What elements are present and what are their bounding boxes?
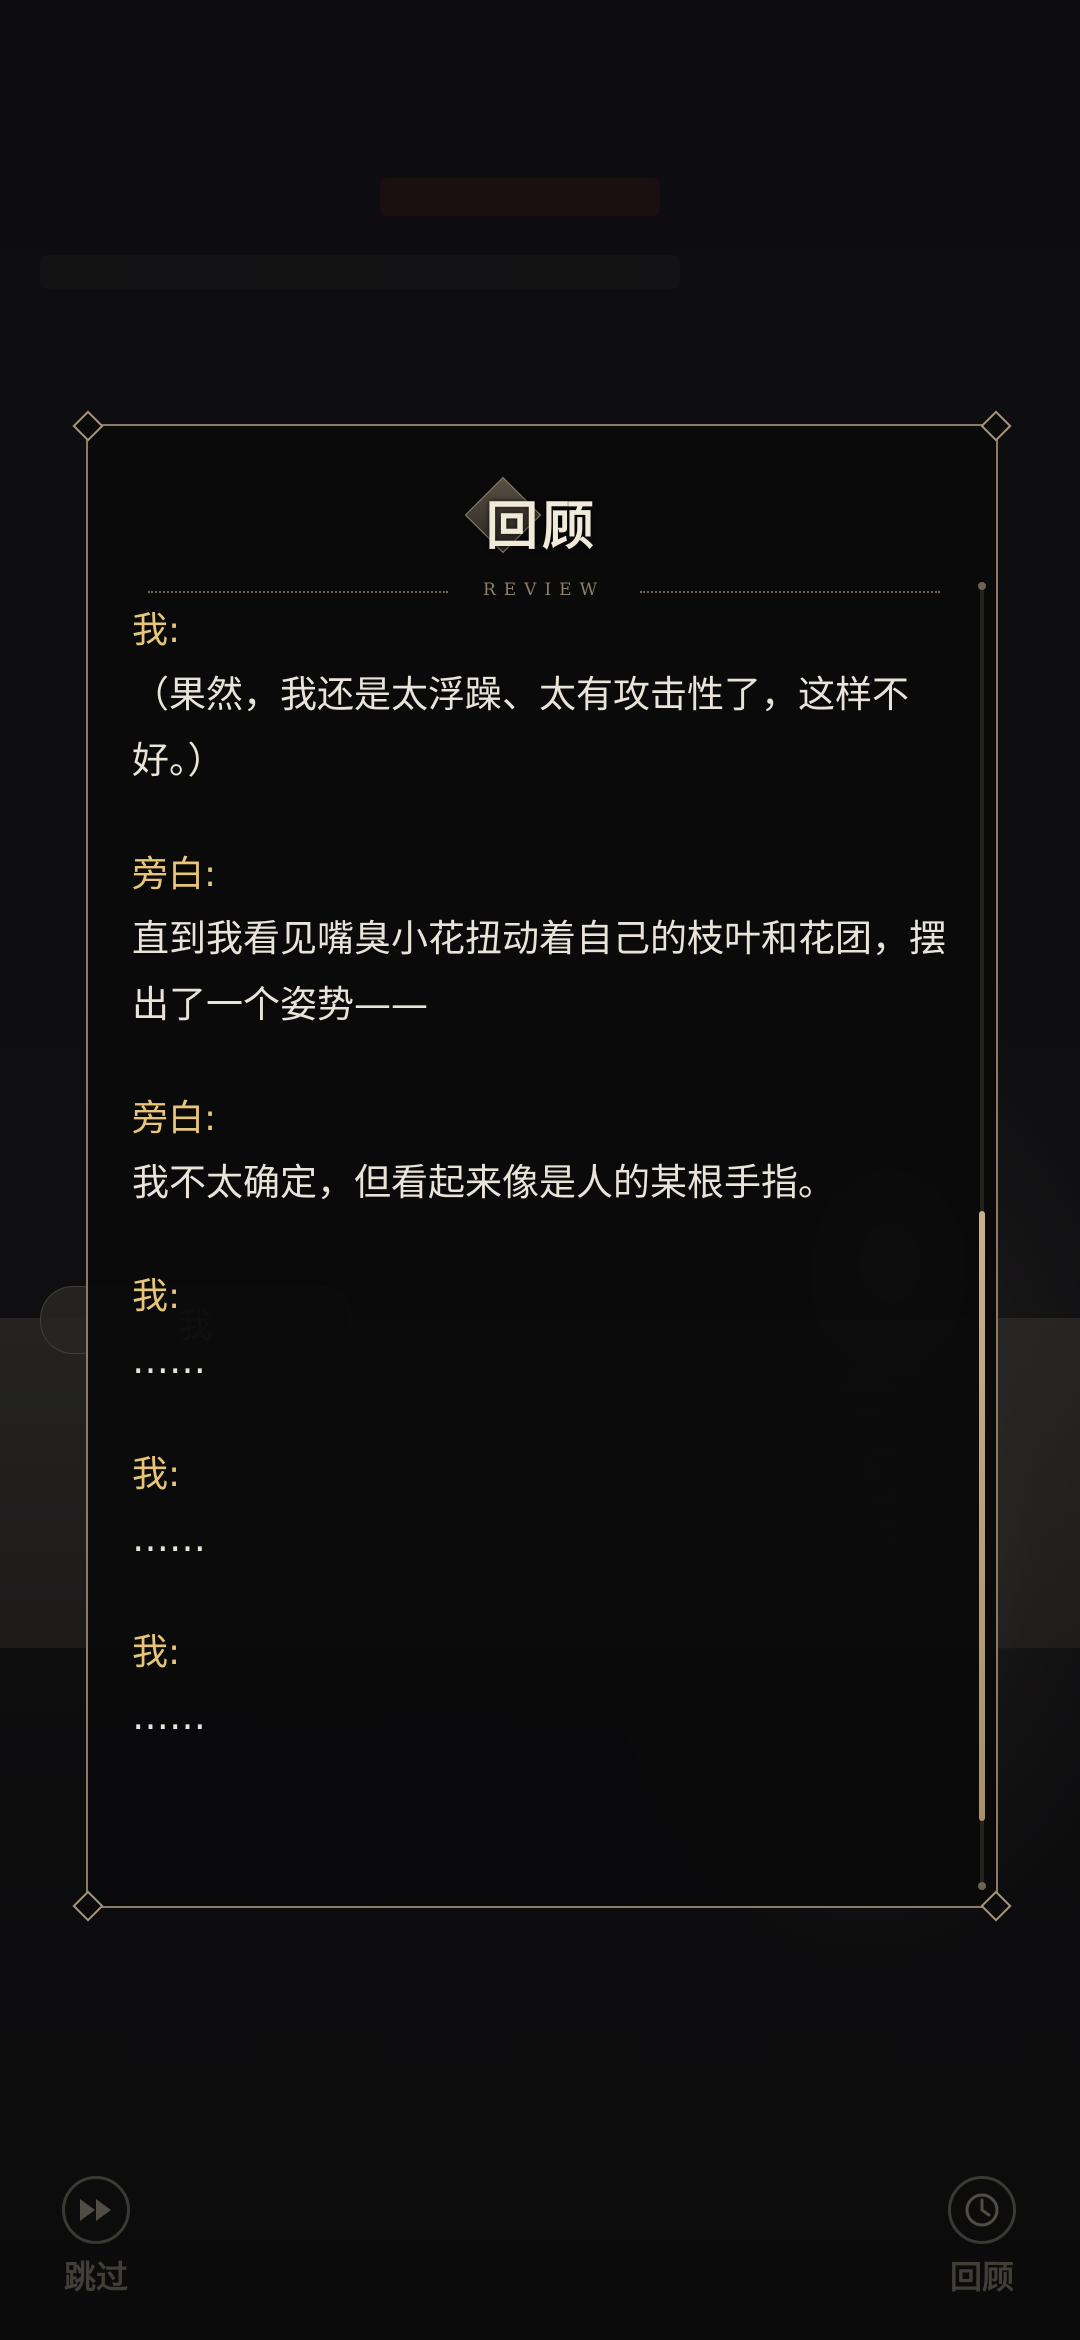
log-entry: 我: （果然，我还是太浮躁、太有攻击性了，这样不好。） bbox=[132, 606, 972, 794]
log-entry: 旁白: 直到我看见嘴臭小花扭动着自己的枝叶和花团，摆出了一个姿势—— bbox=[132, 850, 972, 1038]
review-header: 回顾 REVIEW bbox=[88, 462, 996, 600]
speaker-name: 我: bbox=[132, 1632, 181, 1673]
dialog-text: 我不太确定，但看起来像是人的某根手指。 bbox=[132, 1161, 835, 1204]
dialog-text: 直到我看见嘴臭小花扭动着自己的枝叶和花团，摆出了一个姿势—— bbox=[132, 917, 946, 1026]
review-subtitle: REVIEW bbox=[482, 580, 606, 600]
review-subtitle-row: REVIEW bbox=[148, 580, 940, 604]
review-title: 回顾 bbox=[485, 496, 598, 557]
log-entry: 我: …… bbox=[132, 1628, 972, 1750]
dialog-text: …… bbox=[132, 1339, 206, 1382]
frame-corner bbox=[980, 410, 1012, 442]
scrollbar-end bbox=[978, 582, 986, 590]
speaker-name: 旁白: bbox=[132, 854, 217, 895]
speaker-name: 旁白: bbox=[132, 1098, 217, 1139]
game-screen: 我 回顾 REVIEW 我: （果然，我还是太浮躁、太有攻击性了，这样不好。） … bbox=[0, 0, 1080, 2340]
background-title-area bbox=[380, 178, 660, 216]
log-entry: 我: …… bbox=[132, 1450, 972, 1572]
clock-icon bbox=[948, 2176, 1016, 2244]
review-label: 回顾 bbox=[949, 2258, 1014, 2296]
dialog-text: （果然，我还是太浮躁、太有攻击性了，这样不好。） bbox=[132, 673, 909, 782]
frame-corner bbox=[980, 1890, 1012, 1922]
skip-label: 跳过 bbox=[63, 2258, 128, 2296]
fast-forward-icon bbox=[62, 2176, 130, 2244]
speaker-name: 我: bbox=[132, 1454, 181, 1495]
scrollbar-thumb[interactable] bbox=[979, 1211, 985, 1821]
log-entry: 我: …… bbox=[132, 1272, 972, 1394]
skip-button[interactable]: 跳过 bbox=[36, 2176, 156, 2306]
frame-corner bbox=[72, 410, 104, 442]
background-text-area bbox=[40, 255, 680, 289]
speaker-name: 我: bbox=[132, 610, 181, 651]
speaker-name: 我: bbox=[132, 1276, 181, 1317]
review-panel: 回顾 REVIEW 我: （果然，我还是太浮躁、太有攻击性了，这样不好。） 旁白… bbox=[72, 410, 1012, 1922]
dialog-text: …… bbox=[132, 1695, 206, 1738]
log-entry: 旁白: 我不太确定，但看起来像是人的某根手指。 bbox=[132, 1094, 972, 1216]
divider bbox=[640, 591, 940, 593]
review-button[interactable]: 回顾 bbox=[922, 2176, 1042, 2306]
dialog-text: …… bbox=[132, 1517, 206, 1560]
dialog-log[interactable]: 我: （果然，我还是太浮躁、太有攻击性了，这样不好。） 旁白: 直到我看见嘴臭小… bbox=[132, 606, 972, 1886]
scrollbar-end bbox=[978, 1882, 986, 1890]
frame-corner bbox=[72, 1890, 104, 1922]
